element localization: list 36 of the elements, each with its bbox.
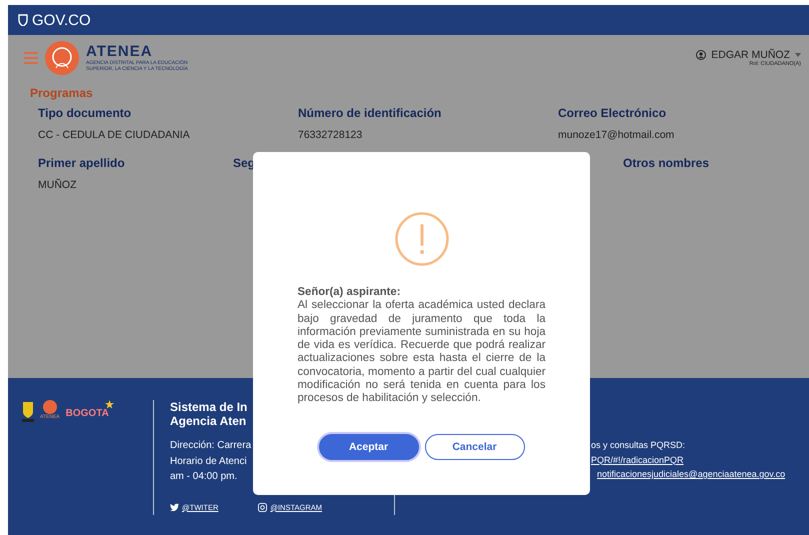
section-title: Programas	[30, 86, 94, 100]
user-name[interactable]: EDGAR MUÑOZ	[711, 48, 790, 60]
logo-icon	[44, 40, 80, 76]
field-value: CC - CEDULA DE CIUDADANIA	[38, 129, 191, 141]
contact-text: os y consultas PQRSD:	[591, 439, 686, 452]
bird-icon	[170, 503, 179, 511]
footer-info: Dirección: Carrera	[170, 439, 252, 453]
field-value: 76332728123	[298, 129, 364, 141]
footer-title: Agencia Aten	[170, 414, 246, 428]
warning-icon	[394, 212, 448, 266]
field-label: Número de identificación	[298, 106, 442, 120]
gov-brand[interactable]: GOV.CO	[32, 12, 91, 28]
atenea-logo-icon	[42, 400, 57, 414]
field-value: munoze17@hotmail.com	[558, 129, 676, 141]
field-label: Otros nombres	[623, 156, 710, 170]
field-label: Tipo documento	[38, 106, 132, 120]
footer-info: Horario de Atenci	[170, 454, 247, 468]
accept-button[interactable]: Aceptar	[318, 434, 418, 460]
bogota-logo-text: BOGOTA	[66, 408, 109, 419]
field-label: Primer apellido	[38, 156, 126, 170]
field-value: MUÑOZ	[38, 179, 78, 191]
dialog-title: Señor(a) aspirante:	[298, 286, 402, 300]
coat-of-arms-icon	[22, 400, 34, 422]
cancel-button[interactable]: Cancelar	[424, 434, 524, 460]
dialog-message: Al seleccionar la oferta académica usted declara bajo gravedad de juramento que toda la información previamente suministrada en su hoja de vida es verídica. Recuerde que podrá realizar actualizaciones sobre esta hasta el cierre de la convocatoria, momento a partir del cual cualquier modificación no será tenida en cuenta para los procesos de habilitación y selección.	[298, 299, 546, 406]
star-icon	[104, 400, 114, 409]
shield-icon	[18, 14, 28, 26]
caret-icon[interactable]	[795, 52, 801, 56]
field-label: Correo Electrónico	[558, 106, 668, 120]
footer-title: Sistema de In	[170, 400, 248, 414]
contact-link[interactable]: PQR/#!/radicacionPQR	[591, 452, 786, 467]
camera-icon	[258, 502, 268, 512]
user-icon	[696, 50, 706, 60]
footer-info: am - 04:00 pm.	[170, 470, 238, 484]
brand-title: ATENEA	[86, 43, 154, 60]
contact-link[interactable]: notificacionesjudiciales@agenciaatenea.gov.co	[597, 467, 786, 482]
